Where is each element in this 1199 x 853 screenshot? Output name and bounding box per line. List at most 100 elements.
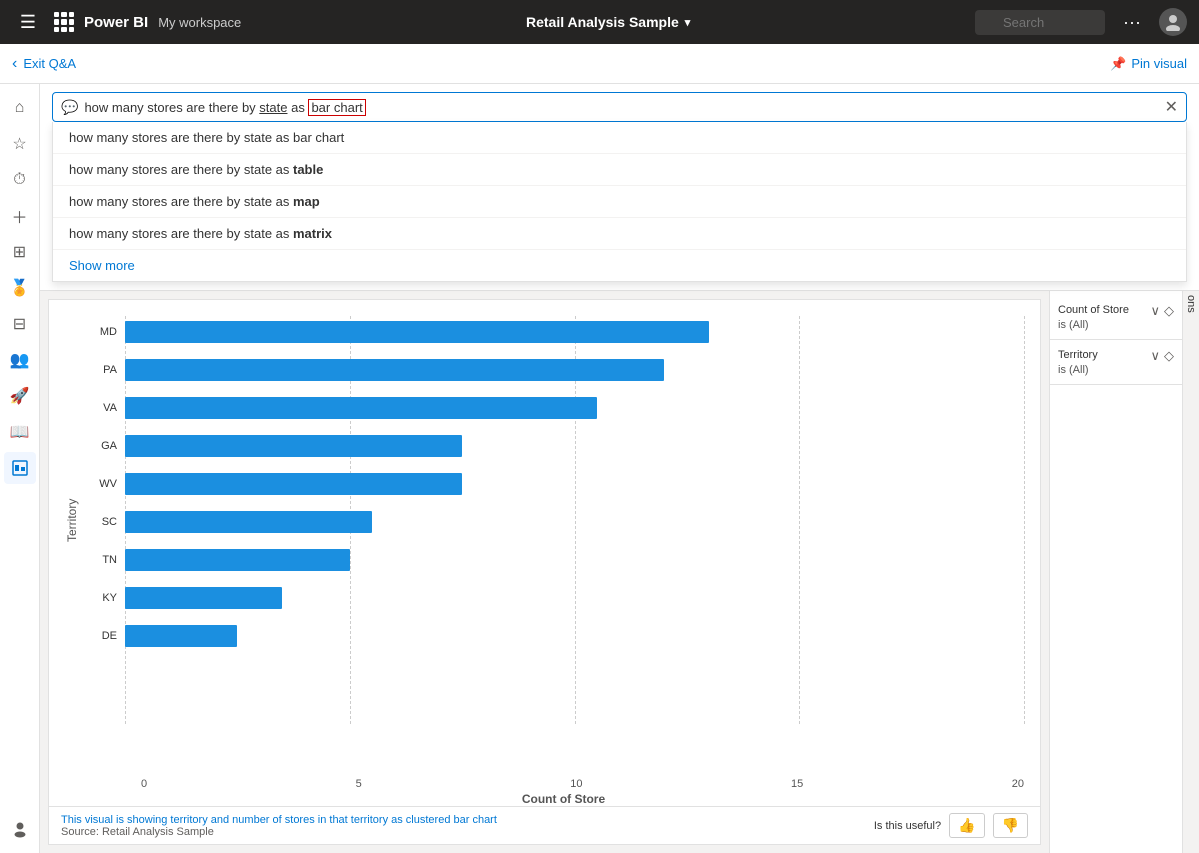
suggestion-item[interactable]: how many stores are there by state as ma…	[53, 218, 1186, 250]
bar-row-md: MD	[87, 316, 1024, 348]
bar-container	[125, 359, 1024, 381]
x-tick: 0	[141, 778, 147, 790]
pin-icon: 📌	[1110, 56, 1126, 72]
chart-inner: Territory MD	[49, 300, 1040, 774]
filter-chevron-icon[interactable]: ∨	[1150, 348, 1160, 364]
filter-value: is (All)	[1058, 319, 1174, 331]
bar-container	[125, 473, 1024, 495]
secondbar: ‹ Exit Q&A 📌 Pin visual	[0, 44, 1199, 84]
x-axis: 0 5 10 15 20	[103, 774, 1024, 790]
sidebar-metrics-icon[interactable]: 🏅	[4, 272, 36, 304]
bar	[125, 587, 282, 609]
filter-row: Territory ∨ ◇	[1058, 348, 1174, 364]
sidebar-home-icon[interactable]: ⌂	[4, 92, 36, 124]
suggestion-text: how many stores are there by state as ba…	[69, 130, 344, 145]
filter-value: is (All)	[1058, 364, 1174, 376]
right-panel-wrapper: Count of Store ∨ ◇ is (All) Territory	[1049, 291, 1199, 853]
qa-text-barchart: bar chart	[308, 99, 365, 116]
show-more-button[interactable]: Show more	[53, 250, 1186, 281]
x-axis-ticks: 0 5 10 15 20 Count of Store	[49, 774, 1040, 806]
bar	[125, 397, 597, 419]
qa-clear-button[interactable]: ✕	[1165, 97, 1178, 117]
bar-label: PA	[87, 364, 117, 376]
bar-container	[125, 397, 1024, 419]
bar	[125, 321, 709, 343]
workspace-label[interactable]: My workspace	[158, 15, 241, 30]
sidebar-people-icon[interactable]: 👥	[4, 344, 36, 376]
y-axis-label: Territory	[65, 316, 79, 724]
bar-label: TN	[87, 554, 117, 566]
suggestion-text: how many stores are there by state as ma…	[69, 194, 320, 209]
sidebar-learn-icon[interactable]: 🚀	[4, 380, 36, 412]
bar-container	[125, 321, 1024, 343]
sidebar-recents-icon[interactable]: ⏱	[4, 164, 36, 196]
sidebar-book-icon[interactable]: 📖	[4, 416, 36, 448]
x-tick: 20	[1012, 778, 1024, 790]
bar	[125, 511, 372, 533]
gridline	[1024, 316, 1025, 724]
powerbi-grid-icon	[54, 12, 74, 32]
avatar[interactable]	[1159, 8, 1187, 36]
sidebar-account-icon[interactable]	[4, 813, 36, 845]
bar	[125, 359, 664, 381]
sidebar: ⌂ ☆ ⏱ ＋ ⊞ 🏅 ⊟ 👥 🚀 📖	[0, 84, 40, 853]
ons-label: ons	[1182, 291, 1199, 853]
content-area: 💬 how many stores are there by state as …	[40, 84, 1199, 853]
filter-actions: ∨ ◇	[1150, 303, 1174, 319]
x-tick: 10	[570, 778, 582, 790]
bar	[125, 473, 462, 495]
hamburger-icon[interactable]: ☰	[12, 6, 44, 38]
bar-label: VA	[87, 402, 117, 414]
bar-row-tn: TN	[87, 544, 1024, 576]
qa-text-mid: as	[287, 100, 308, 115]
exit-qa-button[interactable]: ‹ Exit Q&A	[12, 55, 76, 73]
bar	[125, 435, 462, 457]
suggestion-item[interactable]: how many stores are there by state as ta…	[53, 154, 1186, 186]
sidebar-report-icon[interactable]	[4, 452, 36, 484]
qa-input-area: 💬 how many stores are there by state as …	[40, 84, 1199, 291]
filter-label: Count of Store	[1058, 304, 1129, 316]
bar	[125, 625, 237, 647]
bar-container	[125, 625, 1024, 647]
more-options-icon[interactable]: ···	[1115, 8, 1149, 37]
suggestions-dropdown: how many stores are there by state as ba…	[52, 122, 1187, 282]
bar-row-pa: PA	[87, 354, 1024, 386]
bar-container	[125, 511, 1024, 533]
filter-chevron-icon[interactable]: ∨	[1150, 303, 1160, 319]
suggestion-text: how many stores are there by state as ta…	[69, 162, 323, 177]
bar-container	[125, 587, 1024, 609]
filter-clear-icon[interactable]: ◇	[1164, 348, 1174, 364]
qa-text-pre: how many stores are there by	[84, 100, 259, 115]
sidebar-browse-icon[interactable]: ⊟	[4, 308, 36, 340]
chevron-down-icon[interactable]: ▾	[685, 16, 691, 29]
sidebar-create-icon[interactable]: ＋	[4, 200, 36, 232]
useful-section: Is this useful? 👍 👎	[874, 813, 1028, 838]
pin-visual-button[interactable]: 📌 Pin visual	[1110, 56, 1187, 72]
bar-label: MD	[87, 326, 117, 338]
filter-clear-icon[interactable]: ◇	[1164, 303, 1174, 319]
sidebar-favorites-icon[interactable]: ☆	[4, 128, 36, 160]
filter-territory: Territory ∨ ◇ is (All)	[1050, 340, 1182, 385]
visual-description: This visual is showing territory and num…	[61, 814, 497, 826]
filter-count-of-store: Count of Store ∨ ◇ is (All)	[1050, 295, 1182, 340]
sidebar-apps-icon[interactable]: ⊞	[4, 236, 36, 268]
source-text: Source: Retail Analysis Sample	[61, 826, 497, 838]
back-arrow-icon: ‹	[12, 55, 17, 73]
thumbs-up-button[interactable]: 👍	[949, 813, 984, 838]
filter-row: Count of Store ∨ ◇	[1058, 303, 1174, 319]
topbar: ☰ Power BI My workspace Retail Analysis …	[0, 0, 1199, 44]
bar-container	[125, 435, 1024, 457]
report-title: Retail Analysis Sample ▾	[251, 14, 965, 30]
bar-label: DE	[87, 630, 117, 642]
search-input[interactable]	[975, 10, 1105, 35]
x-axis-label: Count of Store	[103, 792, 1024, 806]
qa-input-wrapper[interactable]: 💬 how many stores are there by state as …	[52, 92, 1187, 122]
suggestion-item[interactable]: how many stores are there by state as ma…	[53, 186, 1186, 218]
suggestion-text: how many stores are there by state as ma…	[69, 226, 332, 241]
suggestion-item[interactable]: how many stores are there by state as ba…	[53, 122, 1186, 154]
thumbs-down-button[interactable]: 👎	[993, 813, 1028, 838]
qa-input-text[interactable]: how many stores are there by state as ba…	[84, 100, 1164, 115]
bar-row-ky: KY	[87, 582, 1024, 614]
filter-label: Territory	[1058, 349, 1098, 361]
bar-row-de: DE	[87, 620, 1024, 652]
